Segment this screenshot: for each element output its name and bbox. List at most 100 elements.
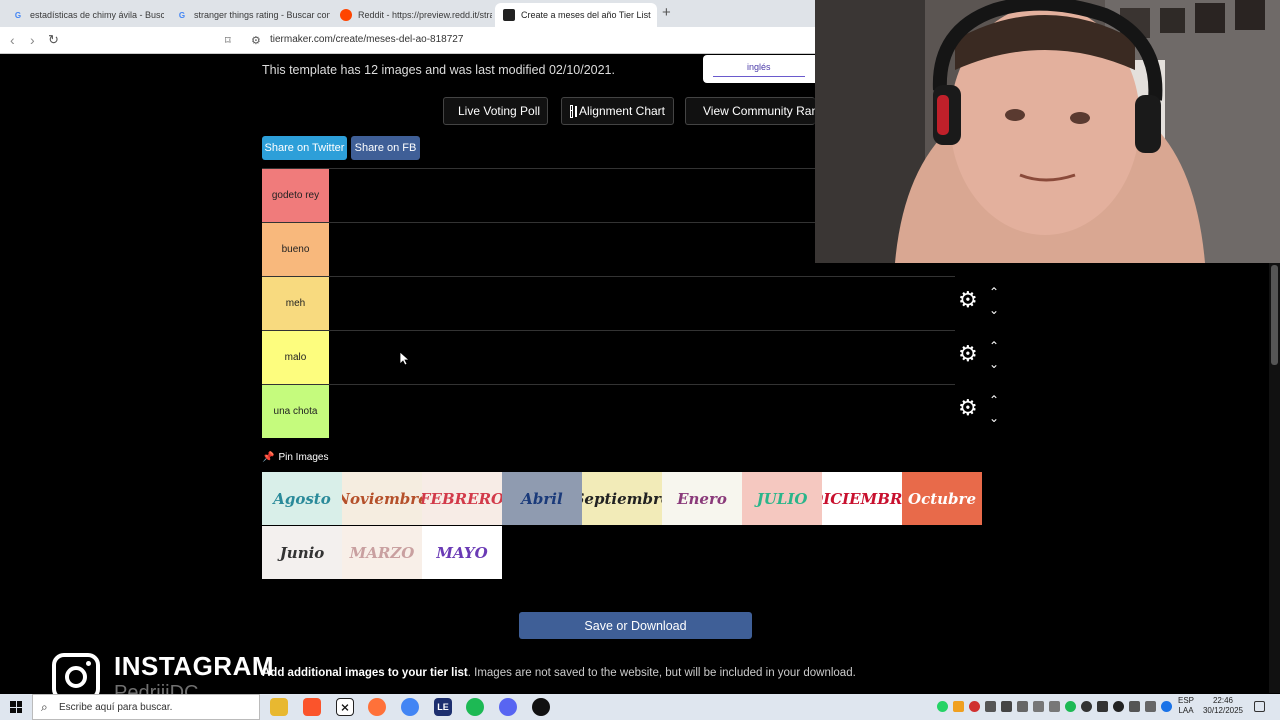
chevron-up-icon[interactable]: ⌃ — [989, 340, 999, 352]
browser-tab-1[interactable]: G estadísticas de chimy ávila - Buscar c — [4, 3, 164, 27]
bookmark-icon[interactable]: ⌑ — [225, 34, 231, 47]
brave-browser-icon[interactable] — [303, 698, 321, 716]
pin-image-tile[interactable]: DICIEMBRE — [822, 472, 902, 525]
tray-app-icon[interactable] — [1033, 701, 1044, 712]
pin-image-tile[interactable]: MAYO — [422, 526, 502, 579]
pin-image-label: FEBRERO — [422, 489, 502, 508]
chevron-down-icon[interactable]: ⌄ — [989, 358, 999, 370]
chevron-up-icon[interactable]: ⌃ — [989, 286, 999, 298]
pin-images-toggle[interactable]: 📌 Pin Images — [262, 452, 328, 463]
pin-image-tile[interactable]: Septiembre — [582, 472, 662, 525]
instagram-title: INSTAGRAM — [114, 651, 275, 681]
windows-start-icon[interactable] — [10, 701, 22, 713]
pin-image-tile[interactable]: Octubre — [902, 472, 982, 525]
pin-icon: 📌 — [262, 452, 275, 463]
tray-app-icon[interactable] — [1113, 701, 1124, 712]
input-language[interactable]: ESP LAA — [1177, 696, 1195, 716]
microphone-icon[interactable] — [985, 701, 996, 712]
gear-icon[interactable]: ⚙ — [958, 289, 978, 311]
network-icon[interactable] — [1129, 701, 1140, 712]
gear-icon[interactable]: ⚙ — [958, 343, 978, 365]
tier-label[interactable]: bueno — [262, 223, 329, 276]
language-selector[interactable]: inglés — [703, 55, 815, 83]
chrome-icon[interactable] — [401, 698, 419, 716]
new-tab-button[interactable]: + — [662, 4, 671, 21]
notifications-icon[interactable] — [1254, 701, 1265, 712]
league-launcher-icon[interactable]: LE — [434, 698, 452, 716]
back-icon[interactable]: ‹ — [10, 32, 15, 48]
tier-controls: ⚙ ⌃ ⌄ — [955, 330, 1008, 384]
pin-image-label: Septiembre — [582, 489, 662, 508]
tier-row[interactable]: malo — [262, 330, 955, 384]
pin-image-tile[interactable]: Junio — [262, 526, 342, 579]
tray-app-icon[interactable] — [1097, 701, 1108, 712]
spotify-icon[interactable] — [466, 698, 484, 716]
bluetooth-icon[interactable] — [1161, 701, 1172, 712]
pin-image-tile[interactable]: FEBRERO — [422, 472, 502, 525]
add-images-note: . Images are not saved to the website, b… — [467, 667, 856, 679]
tab-label: Create a meses del año Tier List — [521, 10, 651, 20]
reddit-icon — [340, 9, 352, 21]
firefox-icon[interactable] — [368, 698, 386, 716]
tier-label[interactable]: malo — [262, 331, 329, 384]
spotify-tray-icon[interactable] — [1065, 701, 1076, 712]
share-facebook-button[interactable]: Share on FB — [351, 136, 420, 160]
tray-app-icon[interactable] — [1145, 701, 1156, 712]
chevron-down-icon[interactable]: ⌄ — [989, 304, 999, 316]
live-voting-label: Live Voting Poll — [458, 104, 541, 118]
taskbar-search[interactable]: ⌕ Escribe aquí para buscar. — [32, 694, 260, 720]
site-info-icon[interactable]: ⚙ — [251, 34, 261, 47]
tier-controls: ⚙ ⌃ ⌄ — [955, 384, 1008, 438]
tray-app-icon[interactable] — [1017, 701, 1028, 712]
share-twitter-button[interactable]: Share on Twitter — [262, 136, 347, 160]
pin-image-tile[interactable]: Agosto — [262, 472, 342, 525]
tier-row[interactable]: bueno — [262, 222, 815, 276]
tray-app-icon[interactable] — [1001, 701, 1012, 712]
pin-image-tile[interactable]: MARZO — [342, 526, 422, 579]
tray-app-icon[interactable] — [969, 701, 980, 712]
reload-icon[interactable]: ↻ — [48, 32, 59, 48]
tier-row[interactable]: godeto rey — [262, 168, 815, 222]
tray-app-icon[interactable] — [953, 701, 964, 712]
browser-tab-4-active[interactable]: Create a meses del año Tier List × — [495, 3, 657, 27]
pin-image-tile[interactable]: Enero — [662, 472, 742, 525]
browser-tab-3[interactable]: Reddit - https://preview.redd.it/stran — [332, 3, 492, 27]
tier-row[interactable]: meh — [262, 276, 955, 330]
add-images-text: Add additional images to your tier list.… — [262, 667, 856, 679]
whatsapp-icon[interactable] — [937, 701, 948, 712]
discord-icon[interactable] — [499, 698, 517, 716]
lang-bottom: LAA — [1178, 706, 1194, 715]
url-field[interactable]: tiermaker.com/create/meses-del-ao-818727 — [270, 34, 463, 45]
pin-image-label: MAYO — [436, 543, 488, 562]
save-download-button[interactable]: Save or Download — [519, 612, 752, 639]
chevron-down-icon[interactable]: ⌄ — [989, 412, 999, 424]
webcam-overlay — [815, 0, 1280, 263]
lang-top: ESP — [1177, 696, 1194, 705]
obs-icon[interactable] — [532, 698, 550, 716]
clock[interactable]: 22:46 30/12/2025 — [1199, 696, 1247, 716]
pin-image-label: Noviembre — [342, 489, 422, 508]
ranking-icon — [694, 103, 697, 119]
steam-icon[interactable] — [1081, 701, 1092, 712]
tier-label[interactable]: una chota — [262, 385, 329, 438]
pin-image-tile[interactable]: JULIO — [742, 472, 822, 525]
alignment-chart-button[interactable]: Alignment Chart — [561, 97, 674, 125]
volume-icon[interactable] — [1049, 701, 1060, 712]
browser-tab-2[interactable]: G stranger things rating - Buscar con G — [168, 3, 330, 27]
live-voting-poll-button[interactable]: Live Voting Poll — [443, 97, 548, 125]
gear-icon[interactable]: ⚙ — [958, 397, 978, 419]
forward-icon[interactable]: › — [30, 32, 35, 48]
page-scrollbar[interactable] — [1269, 263, 1280, 693]
pin-images-label: Pin Images — [278, 452, 329, 463]
scrollbar-thumb[interactable] — [1271, 265, 1278, 365]
view-community-ranking-button[interactable]: View Community Ran — [685, 97, 815, 125]
tier-label[interactable]: meh — [262, 277, 329, 330]
tier-label[interactable]: godeto rey — [262, 169, 329, 222]
pin-image-tile[interactable]: Abril — [502, 472, 582, 525]
chevron-up-icon[interactable]: ⌃ — [989, 394, 999, 406]
pin-image-tile[interactable]: Noviembre — [342, 472, 422, 525]
capcut-icon[interactable]: ⨯ — [336, 698, 354, 716]
tier-row[interactable]: una chota — [262, 384, 955, 438]
template-info: This template has 12 images and was last… — [262, 63, 615, 77]
file-explorer-icon[interactable] — [270, 698, 288, 716]
